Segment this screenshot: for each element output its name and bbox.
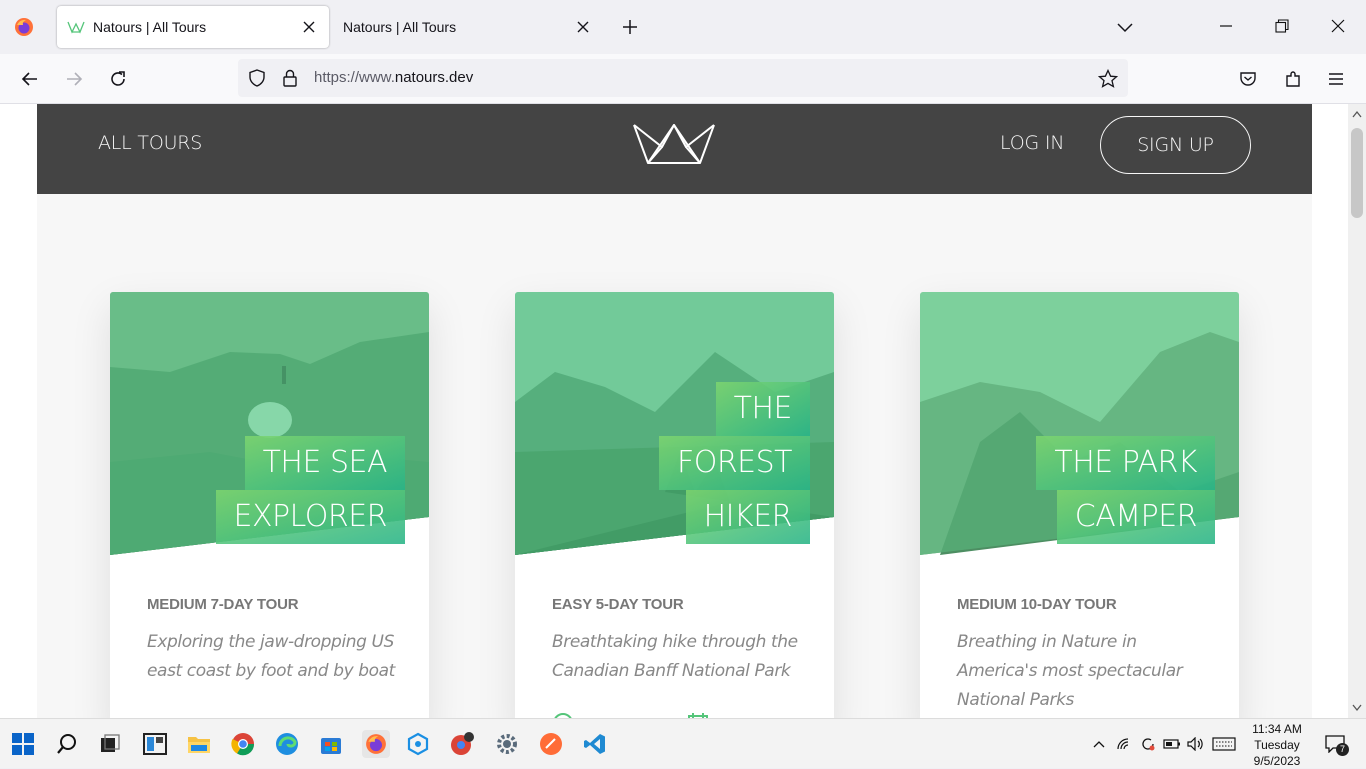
- tour-title-line: CAMPER: [1056, 490, 1215, 544]
- scroll-down-icon[interactable]: [1352, 704, 1362, 712]
- firefox-taskbar-icon[interactable]: [362, 730, 390, 758]
- tour-title-line: THE: [715, 382, 810, 436]
- volume-icon[interactable]: [1186, 731, 1206, 757]
- shield-icon[interactable]: [248, 69, 266, 87]
- tour-title: THE PARK CAMPER: [1036, 436, 1215, 544]
- reload-icon[interactable]: [106, 67, 130, 91]
- nav-all-tours-link[interactable]: ALL TOURS: [98, 132, 202, 154]
- clock-date: 9/5/2023: [1253, 754, 1301, 768]
- bookmark-star-icon[interactable]: [1098, 69, 1118, 89]
- tour-title: THE FOREST HIKER: [658, 382, 810, 544]
- file-explorer-icon[interactable]: [186, 731, 212, 757]
- tour-summary: Breathing in Nature in America's most sp…: [957, 632, 1183, 710]
- list-all-tabs-icon[interactable]: [1115, 17, 1135, 37]
- tab-natours-active[interactable]: Natours | All Tours: [57, 6, 329, 48]
- close-tab-icon[interactable]: [573, 17, 593, 37]
- close-window-icon[interactable]: [1326, 14, 1350, 38]
- sync-status-icon[interactable]: [1138, 731, 1158, 757]
- natours-page: ALL TOURS LOG IN SIGN UP THE SEA EXPLORE…: [37, 104, 1312, 718]
- back-arrow-icon[interactable]: [18, 67, 42, 91]
- postman-icon[interactable]: [538, 731, 564, 757]
- pocket-icon[interactable]: [1236, 67, 1260, 91]
- sign-up-label: SIGN UP: [1137, 134, 1214, 156]
- tour-title-line: HIKER: [685, 490, 810, 544]
- chrome-icon[interactable]: [230, 731, 256, 757]
- windows-start-icon[interactable]: [10, 731, 36, 757]
- chrome-profile-icon[interactable]: [449, 731, 475, 757]
- forward-arrow-icon: [62, 67, 86, 91]
- battery-icon[interactable]: [1162, 731, 1182, 757]
- new-tab-icon[interactable]: [620, 17, 640, 37]
- minimize-window-icon[interactable]: [1214, 14, 1238, 38]
- tour-summary: Breathtaking hike through the Canadian B…: [552, 632, 798, 681]
- tour-difficulty-duration: MEDIUM 10-DAY TOUR: [957, 596, 1117, 613]
- scrollbar-thumb[interactable]: [1351, 128, 1363, 218]
- firefox-menu-icon[interactable]: [14, 17, 34, 37]
- notification-count-badge: 7: [1336, 743, 1349, 756]
- task-view-icon[interactable]: [97, 731, 123, 757]
- search-icon[interactable]: [54, 731, 80, 757]
- tour-card[interactable]: THE PARK CAMPER MEDIUM 10-DAY TOUR Breat…: [920, 292, 1239, 718]
- site-header: ALL TOURS LOG IN SIGN UP: [37, 104, 1312, 194]
- clock-time: 11:34 AM: [1252, 722, 1302, 736]
- tour-card[interactable]: THE FOREST HIKER EASY 5-DAY TOUR Breatht…: [515, 292, 834, 718]
- show-hidden-icons-chevron-icon[interactable]: [1090, 731, 1108, 757]
- sync-app-icon[interactable]: [405, 731, 431, 757]
- page-viewport: ALL TOURS LOG IN SIGN UP THE SEA EXPLORE…: [0, 104, 1366, 718]
- app-menu-icon[interactable]: [1324, 67, 1348, 91]
- notifications-icon[interactable]: 7: [1322, 731, 1349, 757]
- tour-summary: Exploring the jaw-dropping US east coast…: [147, 632, 395, 681]
- address-bar[interactable]: https://www.natours.dev: [238, 59, 1128, 97]
- tour-difficulty-duration: EASY 5-DAY TOUR: [552, 596, 684, 613]
- natours-favicon-icon: [67, 21, 85, 34]
- extensions-icon[interactable]: [1281, 67, 1305, 91]
- tour-card[interactable]: THE SEA EXPLORER MEDIUM 7-DAY TOUR Explo…: [110, 292, 429, 718]
- keyboard-icon[interactable]: [1211, 731, 1237, 757]
- tour-title-line: EXPLORER: [215, 490, 405, 544]
- tab-title: Natours | All Tours: [93, 19, 207, 35]
- browser-toolbar: https://www.natours.dev: [0, 54, 1366, 104]
- tour-title-line: THE SEA: [244, 436, 405, 490]
- clock-day: Tuesday: [1254, 738, 1300, 752]
- page-scrollbar[interactable]: [1348, 104, 1366, 718]
- lock-icon[interactable]: [282, 69, 298, 87]
- scroll-up-icon[interactable]: [1352, 110, 1362, 118]
- edge-icon[interactable]: [274, 731, 300, 757]
- tour-title: THE SEA EXPLORER: [215, 436, 405, 544]
- widgets-icon[interactable]: [142, 731, 168, 757]
- wifi-icon[interactable]: [1114, 731, 1134, 757]
- tab-natours-inactive[interactable]: Natours | All Tours: [331, 6, 603, 48]
- tour-title-line: FOREST: [658, 436, 810, 490]
- close-tab-icon[interactable]: [299, 17, 319, 37]
- tour-difficulty-duration: MEDIUM 7-DAY TOUR: [147, 596, 299, 613]
- clock[interactable]: 11:34 AM Tuesday 9/5/2023: [1244, 721, 1310, 769]
- microsoft-store-icon[interactable]: [318, 731, 344, 757]
- sign-up-button[interactable]: SIGN UP: [1100, 116, 1251, 174]
- vscode-icon[interactable]: [582, 731, 608, 757]
- settings-gear-icon[interactable]: [494, 731, 520, 757]
- restore-window-icon[interactable]: [1270, 14, 1294, 38]
- nav-log-in-link[interactable]: LOG IN: [1000, 132, 1064, 154]
- tab-title: Natours | All Tours: [343, 19, 457, 35]
- url-text: https://www.natours.dev: [314, 69, 474, 86]
- windows-taskbar: 11:34 AM Tuesday 9/5/2023 7: [0, 718, 1366, 768]
- browser-tab-bar: Natours | All Tours Natours | All Tours: [0, 0, 1366, 54]
- natours-logo-icon[interactable]: [632, 121, 716, 165]
- tour-title-line: THE PARK: [1036, 436, 1215, 490]
